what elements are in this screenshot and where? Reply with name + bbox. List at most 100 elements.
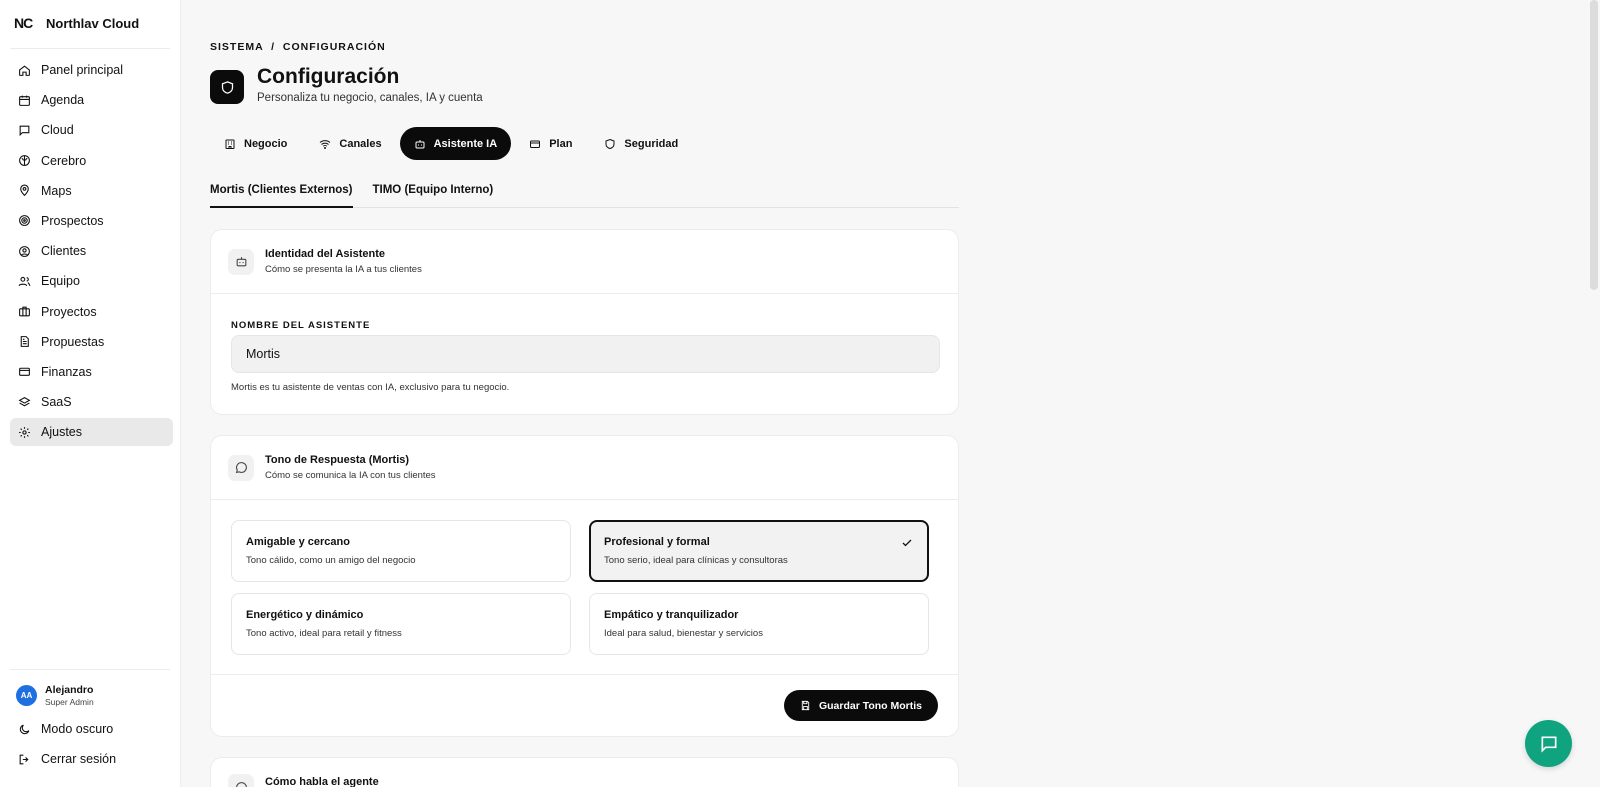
logout-label: Cerrar sesión xyxy=(41,752,117,767)
tab-plan[interactable]: Plan xyxy=(515,127,586,160)
sidebar-item-cloud[interactable]: Cloud xyxy=(10,116,173,144)
breadcrumb: SISTEMA / CONFIGURACIÓN xyxy=(210,41,386,53)
tab-label: Asistente IA xyxy=(433,137,498,150)
credit-card-icon xyxy=(19,368,30,377)
dark-mode-label: Modo oscuro xyxy=(41,722,114,736)
shield-icon xyxy=(221,80,233,94)
logout-icon xyxy=(19,754,29,765)
settings-tabs: Negocio Canales Asistente IA Plan Seguri… xyxy=(210,127,692,160)
tone-option-empatico[interactable]: Empático y tranquilizador Ideal para sal… xyxy=(589,593,929,655)
save-icon xyxy=(801,700,810,711)
sidebar-item-finanzas[interactable]: Finanzas xyxy=(10,358,173,386)
chat-icon xyxy=(1541,736,1556,753)
option-title: Empático y tranquilizador xyxy=(604,609,739,621)
sidebar-item-ajustes[interactable]: Ajustes xyxy=(10,418,173,447)
chat-icon xyxy=(228,454,254,481)
save-tone-button[interactable]: Guardar Tono Mortis xyxy=(783,690,938,721)
scrollbar[interactable] xyxy=(1590,0,1598,290)
bot-icon xyxy=(415,139,425,148)
chat-icon xyxy=(19,125,30,137)
wifi-icon xyxy=(320,139,331,149)
sidebar-item-panel-principal[interactable]: Panel principal xyxy=(10,56,173,84)
sidebar-item-equipo[interactable]: Equipo xyxy=(10,267,173,295)
sidebar-item-label: Cerebro xyxy=(41,153,87,168)
card-subtitle: Cómo se comunica la IA con tus clientes xyxy=(265,470,436,481)
tone-option-amigable[interactable]: Amigable y cercano Tono cálido, como un … xyxy=(231,520,571,582)
chat-launcher-button[interactable] xyxy=(1525,720,1572,767)
subtab-timo[interactable]: TIMO (Equipo Interno) xyxy=(373,180,494,208)
check-icon xyxy=(902,539,912,547)
option-desc: Tono serio, ideal para clínicas y consul… xyxy=(604,555,788,566)
chat-icon xyxy=(228,774,254,787)
tone-option-profesional[interactable]: Profesional y formal Tono serio, ideal p… xyxy=(589,520,929,582)
gear-icon xyxy=(19,426,30,438)
sidebar-item-maps[interactable]: Maps xyxy=(10,177,173,205)
sidebar-item-label: Agenda xyxy=(41,93,85,108)
card-header: Cómo habla el agente xyxy=(211,758,958,787)
tab-negocio[interactable]: Negocio xyxy=(210,127,301,160)
home-icon xyxy=(19,64,30,76)
sidebar-item-label: Clientes xyxy=(41,244,87,259)
tone-option-energetico[interactable]: Energético y dinámico Tono activo, ideal… xyxy=(231,593,571,655)
tab-label: Canales xyxy=(339,137,382,150)
card-title: Cómo habla el agente xyxy=(265,776,379,787)
sidebar-item-label: Prospectos xyxy=(41,213,104,228)
user-circle-icon xyxy=(19,245,30,257)
sidebar-item-clientes[interactable]: Clientes xyxy=(10,237,173,265)
map-pin-icon xyxy=(20,184,29,197)
logout-button[interactable]: Cerrar sesión xyxy=(10,745,173,773)
card-title: Tono de Respuesta (Mortis) xyxy=(265,454,410,466)
option-desc: Ideal para salud, bienestar y servicios xyxy=(604,628,763,639)
sidebar-nav: Panel principal Agenda Cloud Cerebro Map… xyxy=(10,56,173,448)
tab-canales[interactable]: Canales xyxy=(305,127,395,160)
credit-card-icon xyxy=(530,140,541,148)
option-desc: Tono cálido, como un amigo del negocio xyxy=(246,555,416,566)
subtab-mortis[interactable]: Mortis (Clientes Externos) xyxy=(210,180,353,208)
sidebar-item-cerebro[interactable]: Cerebro xyxy=(10,147,173,175)
option-title: Profesional y formal xyxy=(604,536,710,548)
target-icon xyxy=(19,215,30,227)
brand[interactable]: NC Northlav Cloud xyxy=(14,14,139,32)
divider xyxy=(10,48,170,49)
sidebar-item-label: Finanzas xyxy=(41,364,92,379)
tab-label: Seguridad xyxy=(624,137,679,150)
brand-logo: NC xyxy=(14,15,33,31)
assistant-name-label: NOMBRE DEL ASISTENTE xyxy=(231,320,371,331)
users-icon xyxy=(18,276,31,286)
tab-seguridad[interactable]: Seguridad xyxy=(590,127,692,160)
identity-card: Identidad del Asistente Cómo se presenta… xyxy=(210,229,959,415)
settings-header-icon xyxy=(210,70,244,104)
brand-name: Northlav Cloud xyxy=(46,15,140,31)
briefcase-icon xyxy=(19,306,30,317)
sidebar: NC Northlav Cloud Panel principal Agenda… xyxy=(0,0,181,787)
option-desc: Tono activo, ideal para retail y fitness xyxy=(246,628,402,639)
option-title: Energético y dinámico xyxy=(246,609,364,621)
tab-label: Negocio xyxy=(244,137,288,150)
sidebar-item-label: Propuestas xyxy=(41,334,105,349)
user-name: Alejandro xyxy=(45,684,94,696)
assistant-name-help: Mortis es tu asistente de ventas con IA,… xyxy=(231,382,510,393)
sidebar-item-label: SaaS xyxy=(41,395,72,410)
user-role: Super Admin xyxy=(45,697,94,707)
dark-mode-toggle[interactable]: Modo oscuro xyxy=(10,715,173,743)
tab-asistente-ia[interactable]: Asistente IA xyxy=(399,127,512,160)
sidebar-item-label: Panel principal xyxy=(41,63,123,77)
moon-icon xyxy=(19,724,30,734)
divider xyxy=(211,674,958,675)
card-subtitle: Cómo se presenta la IA a tus clientes xyxy=(265,264,422,275)
assistant-name-input[interactable] xyxy=(231,335,940,373)
page-title: Configuración xyxy=(257,65,400,88)
brain-icon xyxy=(19,155,30,166)
sidebar-item-label: Maps xyxy=(41,183,72,198)
user-profile[interactable]: AA Alejandro Super Admin xyxy=(16,684,94,707)
tone-card: Tono de Respuesta (Mortis) Cómo se comun… xyxy=(210,435,959,737)
sidebar-item-saas[interactable]: SaaS xyxy=(10,388,173,416)
card-header: Tono de Respuesta (Mortis) Cómo se comun… xyxy=(211,436,958,500)
bot-icon xyxy=(228,248,254,275)
sidebar-item-agenda[interactable]: Agenda xyxy=(10,86,173,114)
shield-icon xyxy=(605,138,615,149)
sidebar-item-propuestas[interactable]: Propuestas xyxy=(10,328,173,356)
assistant-subtabs: Mortis (Clientes Externos) TIMO (Equipo … xyxy=(210,180,959,208)
sidebar-item-proyectos[interactable]: Proyectos xyxy=(10,298,173,326)
sidebar-item-prospectos[interactable]: Prospectos xyxy=(10,207,173,235)
